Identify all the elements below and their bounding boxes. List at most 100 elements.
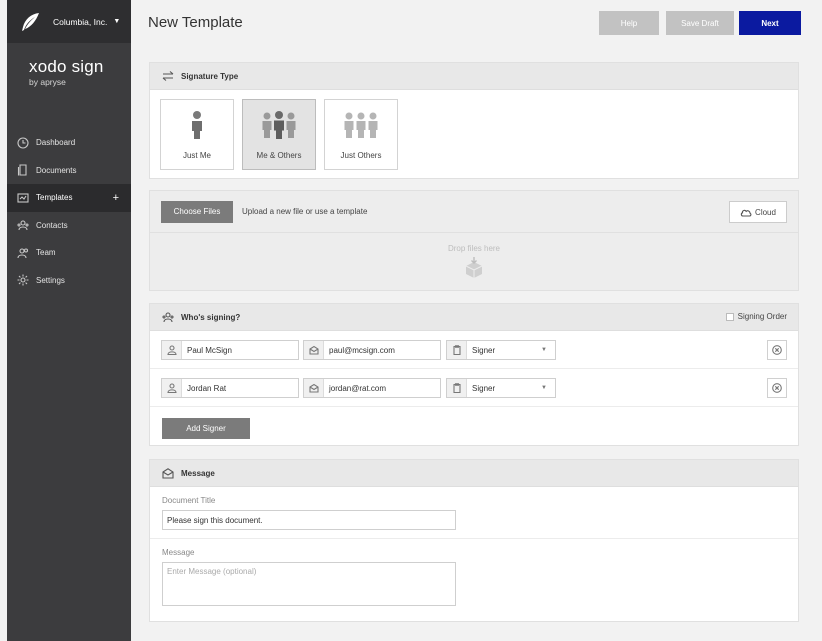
sidebar: Columbia, Inc. ▼ xodo sign by apryse Das…: [7, 0, 131, 641]
sig-option-just-others[interactable]: Just Others: [324, 99, 398, 170]
brand-name: xodo sign: [29, 57, 104, 76]
signer-name-field[interactable]: Jordan Rat: [161, 378, 299, 398]
signing-order-checkbox[interactable]: [725, 312, 734, 321]
org-name: Columbia, Inc.: [53, 16, 108, 27]
sidebar-item-team[interactable]: Team: [7, 239, 131, 267]
clipboard-icon: [452, 345, 461, 355]
close-circle-icon: [772, 383, 782, 393]
document-title-input[interactable]: [162, 510, 456, 530]
sig-option-label: Me & Others: [256, 151, 302, 160]
signer-role-value: Signer: [472, 345, 496, 355]
document-title-block: Document Title: [150, 487, 798, 530]
upload-hint: Upload a new file or use a template: [242, 207, 368, 216]
add-signer-button[interactable]: Add Signer: [162, 418, 250, 439]
signer-email-value: jordan@rat.com: [329, 383, 387, 393]
close-circle-icon: [772, 345, 782, 355]
person-icon: [166, 345, 177, 355]
page-title: New Template: [148, 14, 243, 31]
chevron-down-icon: ▼: [113, 18, 121, 25]
sidebar-item-documents[interactable]: Documents: [7, 157, 131, 185]
sig-option-label: Just Me: [182, 151, 211, 160]
feather-logo-icon: [22, 12, 39, 31]
signer-email-field[interactable]: jordan@rat.com: [303, 378, 441, 398]
signer-name-value: Jordan Rat: [187, 383, 227, 393]
signing-order-toggle[interactable]: Signing Order: [725, 312, 787, 321]
signature-type-heading: Signature Type: [181, 71, 239, 81]
envelope-icon: [162, 468, 174, 479]
person-icon-wrap: [162, 379, 182, 397]
remove-signer-button[interactable]: [767, 340, 787, 360]
signer-row: Paul McSign paul@mcsign.com Signer ▼: [150, 331, 798, 369]
documents-icon: [17, 164, 27, 176]
group-people-icon: [262, 111, 296, 139]
files-toolbar: Choose Files Upload a new file or use a …: [150, 191, 798, 233]
clipboard-icon-wrap: [447, 379, 467, 397]
team-icon: [17, 248, 29, 258]
chevron-down-icon: ▼: [541, 385, 547, 391]
envelope-icon-wrap: [304, 341, 324, 359]
message-panel: Message Document Title Message: [149, 459, 799, 622]
sidebar-item-contacts[interactable]: Contacts: [7, 212, 131, 240]
person-icon: [166, 383, 177, 393]
signers-heading: Who's signing?: [181, 312, 241, 322]
signer-role-value: Signer: [472, 383, 496, 393]
sidebar-item-settings[interactable]: Settings: [7, 267, 131, 295]
sidebar-item-label: Documents: [36, 165, 77, 175]
templates-icon: [17, 193, 29, 203]
drop-hint: Drop files here: [447, 244, 501, 253]
clipboard-icon-wrap: [447, 341, 467, 359]
envelope-icon-wrap: [304, 379, 324, 397]
remove-signer-button[interactable]: [767, 378, 787, 398]
box-download-icon: [465, 257, 483, 278]
signature-type-header: Signature Type: [150, 63, 798, 90]
add-template-button[interactable]: +: [113, 192, 119, 204]
sig-option-me-and-others[interactable]: Me & Others: [242, 99, 316, 170]
save-draft-button[interactable]: Save Draft: [666, 11, 734, 35]
signing-order-label: Signing Order: [737, 312, 787, 321]
sidebar-item-templates[interactable]: Templates +: [7, 184, 131, 212]
signer-name-field[interactable]: Paul McSign: [161, 340, 299, 360]
message-label: Message: [162, 548, 195, 557]
brand: xodo sign by apryse: [7, 43, 131, 129]
envelope-icon: [308, 383, 319, 393]
signers-header: Who's signing? Signing Order: [150, 304, 798, 331]
signer-row: Jordan Rat jordan@rat.com Signer ▼: [150, 369, 798, 407]
choose-files-button[interactable]: Choose Files: [161, 200, 233, 223]
brand-sub: by apryse: [29, 77, 66, 87]
signer-email-value: paul@mcsign.com: [329, 345, 395, 355]
swap-arrows-icon: [162, 71, 174, 81]
envelope-icon: [308, 345, 319, 355]
contacts-icon: [162, 312, 174, 323]
signer-role-select[interactable]: Signer ▼: [446, 378, 556, 398]
sidebar-nav: Dashboard Documents Templates + Contacts…: [7, 129, 131, 294]
sig-option-label: Just Others: [340, 151, 382, 160]
cloud-button[interactable]: Cloud: [729, 201, 787, 223]
sig-option-just-me[interactable]: Just Me: [160, 99, 234, 170]
signature-type-options: Just Me Me & Others Just Others: [150, 90, 798, 170]
sidebar-item-label: Settings: [36, 275, 65, 285]
message-header: Message: [150, 460, 798, 487]
cloud-icon: [740, 209, 752, 217]
signer-name-value: Paul McSign: [187, 345, 232, 355]
clipboard-icon: [452, 383, 461, 393]
signer-role-select[interactable]: Signer ▼: [446, 340, 556, 360]
document-title-label: Document Title: [162, 496, 216, 505]
message-heading: Message: [181, 468, 215, 478]
message-block: Message: [150, 539, 798, 611]
message-textarea[interactable]: [162, 562, 456, 606]
sidebar-item-label: Templates: [36, 193, 73, 203]
sidebar-item-label: Team: [36, 248, 56, 258]
sidebar-item-label: Dashboard: [36, 138, 76, 148]
clock-icon: [17, 137, 29, 149]
group-people-icon: [344, 112, 378, 138]
file-dropzone[interactable]: Drop files here: [150, 233, 798, 290]
signers-panel: Who's signing? Signing Order Paul McSign…: [149, 303, 799, 446]
gear-icon: [17, 274, 29, 286]
org-switcher[interactable]: Columbia, Inc. ▼: [7, 0, 131, 43]
signer-email-field[interactable]: paul@mcsign.com: [303, 340, 441, 360]
sidebar-item-dashboard[interactable]: Dashboard: [7, 129, 131, 157]
sidebar-item-label: Contacts: [36, 220, 68, 230]
single-person-icon: [192, 111, 202, 139]
next-button[interactable]: Next: [739, 11, 801, 35]
help-button[interactable]: Help: [599, 11, 659, 35]
